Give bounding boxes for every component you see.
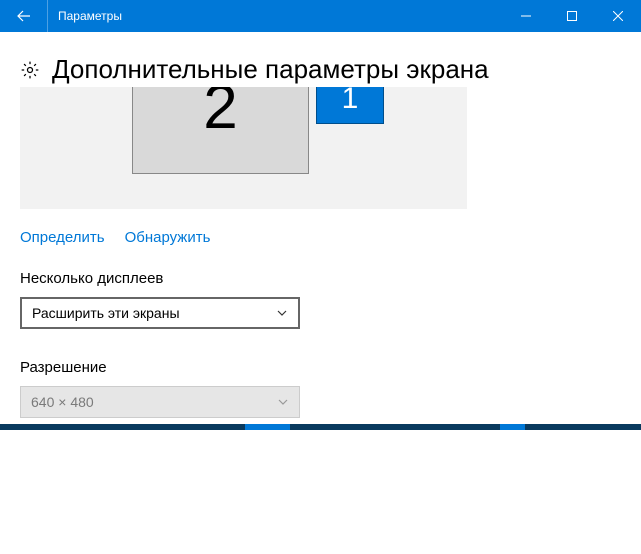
resolution-label: Разрешение — [20, 359, 621, 376]
chevron-down-icon — [277, 396, 289, 408]
resolution-dropdown: 640 × 480 — [20, 386, 300, 418]
detect-link[interactable]: Обнаружить — [125, 229, 211, 246]
multiple-displays-dropdown[interactable]: Расширить эти экраны — [20, 297, 300, 329]
monitor-2[interactable]: 2 — [132, 87, 309, 174]
display-links: Определить Обнаружить — [20, 229, 621, 246]
gear-icon — [20, 60, 40, 80]
minimize-button[interactable] — [503, 0, 549, 32]
progress-bar — [0, 424, 641, 430]
chevron-down-icon — [276, 307, 288, 319]
close-icon — [613, 11, 623, 21]
maximize-button[interactable] — [549, 0, 595, 32]
monitor-1[interactable]: 1 — [316, 87, 384, 124]
heading-row: Дополнительные параметры экрана — [20, 54, 621, 85]
maximize-icon — [567, 11, 577, 21]
resolution-value: 640 × 480 — [31, 394, 94, 410]
display-arrangement-area[interactable]: 2 1 — [20, 87, 467, 209]
window-title: Параметры — [48, 9, 503, 23]
identify-link[interactable]: Определить — [20, 229, 105, 246]
multiple-displays-value: Расширить эти экраны — [32, 305, 180, 321]
progress-segment — [245, 424, 290, 430]
arrow-left-icon — [16, 8, 32, 24]
page-title: Дополнительные параметры экрана — [52, 54, 489, 85]
multiple-displays-label: Несколько дисплеев — [20, 270, 621, 287]
content-area: Дополнительные параметры экрана 2 1 Опре… — [0, 32, 641, 418]
close-button[interactable] — [595, 0, 641, 32]
back-button[interactable] — [0, 0, 48, 32]
progress-segment — [500, 424, 525, 430]
titlebar: Параметры — [0, 0, 641, 32]
minimize-icon — [521, 11, 531, 21]
